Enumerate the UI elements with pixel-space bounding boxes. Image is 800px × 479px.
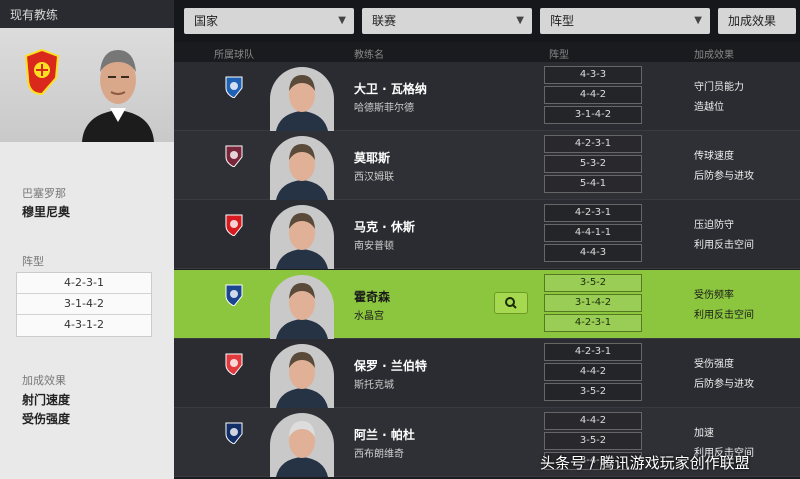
formation-dropdown-label: 阵型 (550, 14, 575, 28)
formation-item: 4-3-1-2 (64, 318, 104, 331)
coach-club: 水晶宫 (354, 311, 384, 322)
chevron-down-icon: ▼ (338, 15, 346, 26)
coach-nationality: 巴塞罗那 (22, 187, 66, 200)
formation-cell: 4-4-2 (544, 412, 642, 430)
formation-cell: 4-4-2 (544, 86, 642, 104)
formation-cell: 4-3-3 (544, 66, 642, 84)
bonus-primary: 压迫防守 (694, 220, 734, 231)
watermark: 头条号 / 腾讯游戏玩家创作联盟 (540, 454, 750, 472)
current-coach-panel: 现有教练 巴塞罗那 穆里尼奥 阵型 4-2-3-1 3-1-4-2 4-3-1-… (0, 0, 174, 479)
coach-row[interactable]: 霍奇森 水晶宫 3-5-2 3-1-4-2 4-2-3-1 受伤频率 利用反击空… (174, 270, 800, 339)
bonus-primary: 传球速度 (694, 151, 734, 162)
coach-club: 哈德斯菲尔德 (354, 103, 414, 114)
manchester-united-badge-icon (24, 48, 60, 96)
country-dropdown[interactable]: 国家 ▼ (184, 8, 354, 34)
coach-photo (270, 344, 334, 408)
coach-hero (0, 28, 174, 142)
formation-cell: 3-1-4-2 (544, 106, 642, 124)
coach-name: 莫耶斯 (354, 151, 391, 165)
coach-formations: 4-2-3-1 4-4-2 3-5-2 (544, 343, 642, 403)
bonus-primary: 守门员能力 (694, 82, 744, 93)
bonus-primary: 受伤强度 (694, 359, 734, 370)
table-header: 所属球队 教练名 阵型 加成效果 (174, 42, 800, 62)
coach-formations: 4-2-3-1 5-3-2 5-4-1 (544, 135, 642, 195)
bonus-primary: 加速 (694, 428, 714, 439)
formation-cell: 5-4-1 (544, 175, 642, 193)
chevron-down-icon: ▼ (694, 15, 702, 26)
panel-header: 现有教练 (0, 0, 174, 28)
club-badge-icon (225, 284, 243, 306)
coach-formations: 3-5-2 3-1-4-2 4-2-3-1 (544, 274, 642, 334)
formation-cell: 3-5-2 (544, 432, 642, 450)
current-formations: 4-2-3-1 3-1-4-2 4-3-1-2 (16, 272, 152, 337)
bonus-item: 受伤强度 (22, 412, 71, 426)
col-club: 所属球队 (214, 50, 254, 61)
search-icon (505, 297, 517, 309)
formation-cell: 5-3-2 (544, 155, 642, 173)
formation-cell: 4-2-3-1 (544, 135, 642, 153)
bonus-primary: 受伤频率 (694, 290, 734, 301)
coach-club: 斯托克城 (354, 380, 394, 391)
coach-photo (270, 413, 334, 477)
filter-bar: 国家 ▼ 联赛 ▼ 阵型 ▼ 加成效果 (174, 0, 800, 42)
formation-cell: 3-1-4-2 (544, 294, 642, 312)
formation-cell: 4-2-3-1 (544, 314, 642, 332)
coach-formations: 4-2-3-1 4-4-1-1 4-4-3 (544, 204, 642, 264)
formation-dropdown[interactable]: 阵型 ▼ (540, 8, 710, 34)
coach-row[interactable]: 保罗 · 兰伯特 斯托克城 4-2-3-1 4-4-2 3-5-2 受伤强度 后… (174, 339, 800, 408)
club-badge-icon (225, 145, 243, 167)
bonus-label: 加成效果 (22, 374, 66, 387)
league-dropdown-label: 联赛 (372, 14, 397, 28)
coach-name: 穆里尼奥 (22, 205, 71, 219)
bonus-item: 射门速度 (22, 393, 71, 407)
coach-photo (270, 275, 334, 339)
bonus-secondary: 造越位 (694, 102, 724, 113)
coach-club: 南安普顿 (354, 241, 394, 252)
club-badge-icon (225, 422, 243, 444)
coach-row[interactable]: 马克 · 休斯 南安普顿 4-2-3-1 4-4-1-1 4-4-3 压迫防守 … (174, 200, 800, 269)
formation-cell: 4-4-3 (544, 244, 642, 262)
bonus-dropdown[interactable]: 加成效果 (718, 8, 796, 34)
col-formation: 阵型 (549, 50, 569, 61)
formation-cell: 4-2-3-1 (544, 343, 642, 361)
country-dropdown-label: 国家 (194, 14, 219, 28)
coach-photo (270, 205, 334, 269)
coach-photo (270, 67, 334, 131)
bonus-dropdown-label: 加成效果 (728, 14, 777, 28)
coach-name: 大卫 · 瓦格纳 (354, 82, 427, 96)
chevron-down-icon: ▼ (516, 15, 524, 26)
coach-portrait-image (82, 50, 154, 142)
formation-item: 3-1-4-2 (17, 294, 151, 315)
formation-cell: 3-5-2 (544, 383, 642, 401)
league-dropdown[interactable]: 联赛 ▼ (362, 8, 532, 34)
coach-name: 阿兰 · 帕杜 (354, 428, 415, 442)
club-badge-icon (225, 353, 243, 375)
coach-name: 马克 · 休斯 (354, 220, 415, 234)
formation-cell: 4-2-3-1 (544, 204, 642, 222)
col-coach: 教练名 (354, 50, 384, 61)
search-button[interactable] (494, 292, 528, 314)
coach-row[interactable]: 莫耶斯 西汉姆联 4-2-3-1 5-3-2 5-4-1 传球速度 后防参与进攻 (174, 131, 800, 200)
bonus-secondary: 后防参与进攻 (694, 379, 754, 390)
coach-club: 西汉姆联 (354, 172, 394, 183)
formation-item: 4-2-3-1 (17, 273, 151, 294)
coach-formations: 4-3-3 4-4-2 3-1-4-2 (544, 66, 642, 126)
formation-cell: 4-4-1-1 (544, 224, 642, 242)
formation-label: 阵型 (22, 255, 44, 268)
col-bonus: 加成效果 (694, 50, 734, 61)
coach-photo (270, 136, 334, 200)
bonus-secondary: 后防参与进攻 (694, 171, 754, 182)
formation-cell: 4-4-2 (544, 363, 642, 381)
club-badge-icon (225, 214, 243, 236)
coach-name: 霍奇森 (354, 290, 391, 304)
coach-row[interactable]: 大卫 · 瓦格纳 哈德斯菲尔德 4-3-3 4-4-2 3-1-4-2 守门员能… (174, 62, 800, 131)
club-badge-icon (225, 76, 243, 98)
bonus-secondary: 利用反击空间 (694, 310, 754, 321)
coach-name: 保罗 · 兰伯特 (354, 359, 427, 373)
bonus-secondary: 利用反击空间 (694, 240, 754, 251)
coach-club: 西布朗维奇 (354, 449, 404, 460)
formation-cell: 3-5-2 (544, 274, 642, 292)
